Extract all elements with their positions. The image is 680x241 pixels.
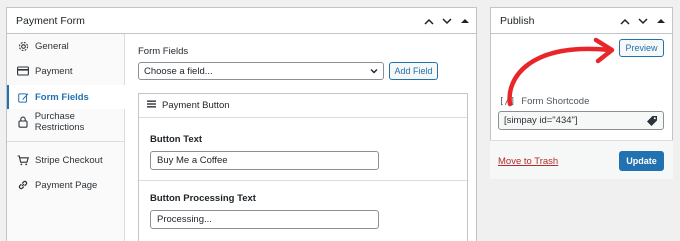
payment-button-header[interactable]: Payment Button xyxy=(139,94,467,118)
preview-button[interactable]: Preview xyxy=(619,39,664,57)
shortcode-value: [simpay id="434"] xyxy=(504,115,578,126)
credit-card-icon xyxy=(17,65,29,77)
sidebar-item-payment-page[interactable]: Payment Page xyxy=(7,173,125,197)
field-divider xyxy=(139,180,467,181)
button-processing-input[interactable]: Processing... xyxy=(150,210,379,229)
button-text-label: Button Text xyxy=(150,134,203,145)
panel-title: Payment Form xyxy=(16,14,85,27)
chevron-down-icon xyxy=(369,66,379,79)
button-text-input[interactable]: Buy Me a Coffee xyxy=(150,151,379,170)
publish-title: Publish xyxy=(500,14,535,27)
add-field-button[interactable]: Add Field xyxy=(389,62,438,80)
copy-tag-icon[interactable] xyxy=(646,115,658,130)
button-text-field: Button Text Buy Me a Coffee xyxy=(139,134,469,170)
drag-handle-icon[interactable] xyxy=(147,100,156,111)
sidebar-item-general[interactable]: General xyxy=(7,34,125,58)
payment-button-panel: Payment Button Button Text Buy Me a Coff… xyxy=(138,93,468,241)
lock-icon xyxy=(17,116,29,128)
move-up-icon[interactable] xyxy=(619,16,630,27)
collapse-icon[interactable] xyxy=(459,16,470,27)
move-down-icon[interactable] xyxy=(637,16,648,27)
sidebar-item-label: Form Fields xyxy=(35,91,89,103)
input-value: Processing... xyxy=(157,214,212,225)
collapse-icon[interactable] xyxy=(655,16,666,27)
sidebar-item-label: Payment xyxy=(35,65,73,77)
sidebar-item-payment[interactable]: Payment xyxy=(7,59,125,83)
sidebar-item-label: Stripe Checkout xyxy=(35,154,103,166)
shortcode-label-text: Form Shortcode xyxy=(521,96,590,107)
form-fields-label: Form Fields xyxy=(138,46,189,57)
cart-icon xyxy=(17,154,29,166)
sidebar-item-label: General xyxy=(35,40,69,52)
edit-icon xyxy=(17,91,29,103)
sidebar-item-label: Purchase Restrictions xyxy=(34,111,85,133)
button-processing-text-field: Button Processing Text Processing... xyxy=(139,193,469,229)
move-to-trash-link[interactable]: Move to Trash xyxy=(498,156,558,167)
gear-icon xyxy=(17,40,29,52)
sidebar-item-stripe-checkout[interactable]: Stripe Checkout xyxy=(7,148,125,172)
link-icon xyxy=(17,179,29,191)
payment-button-title: Payment Button xyxy=(162,100,230,111)
panel-header: Payment Form xyxy=(7,8,476,34)
button-processing-label: Button Processing Text xyxy=(150,193,256,204)
update-button[interactable]: Update xyxy=(619,151,664,171)
move-up-icon[interactable] xyxy=(423,16,434,27)
shortcode-input[interactable]: [simpay id="434"] xyxy=(498,111,664,130)
select-value: Choose a field... xyxy=(144,65,213,77)
move-down-icon[interactable] xyxy=(441,16,452,27)
sidebar-item-purchase-restrictions[interactable]: Purchase Restrictions xyxy=(7,110,125,134)
input-value: Buy Me a Coffee xyxy=(157,155,228,166)
sidebar-item-label: Payment Page xyxy=(35,179,98,191)
sidebar-divider xyxy=(7,141,125,142)
sidebar-item-form-fields[interactable]: Form Fields xyxy=(7,85,126,109)
shortcode-icon: [/] xyxy=(499,96,516,107)
settings-sidebar: General Payment Form Fields Purchase Res… xyxy=(7,34,126,241)
field-type-select[interactable]: Choose a field... xyxy=(138,62,384,80)
publish-header: Publish xyxy=(491,8,672,34)
shortcode-label: [/] Form Shortcode xyxy=(499,96,589,107)
